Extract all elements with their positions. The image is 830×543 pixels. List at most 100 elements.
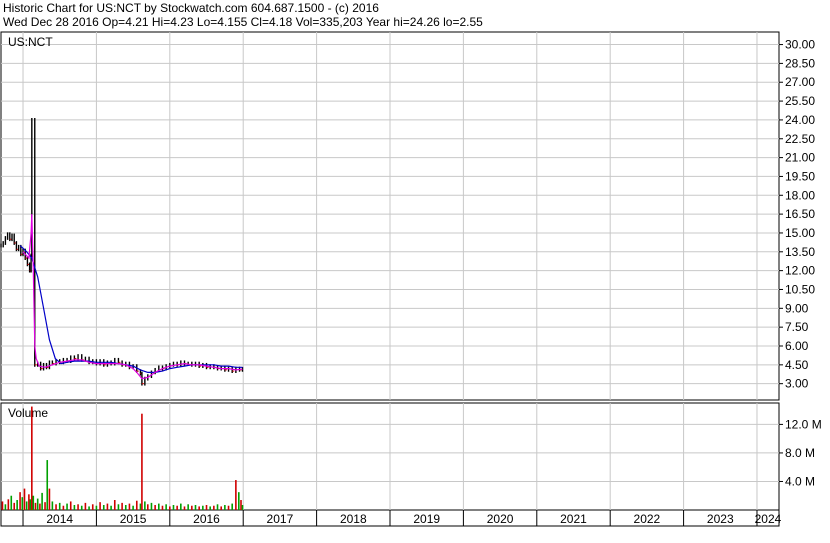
stock-chart: Historic Chart for US:NCT by Stockwatch.… <box>0 0 830 543</box>
volume-bar <box>84 502 87 510</box>
x-tick-label: 2017 <box>267 512 294 526</box>
volume-bar <box>4 504 7 510</box>
price-tick-label: 25.50 <box>785 94 815 108</box>
volume-bar <box>198 506 200 510</box>
price-tick-label: 3.00 <box>785 377 809 391</box>
volume-bar <box>41 492 43 510</box>
x-tick-label: 2023 <box>707 512 734 526</box>
price-tick-label: 15.00 <box>785 226 815 240</box>
volume-bar <box>158 503 160 510</box>
price-tick-label: 13.50 <box>785 245 815 259</box>
volume-bar <box>25 501 28 510</box>
volume-bar <box>58 502 61 510</box>
volume-tick-label: 8.0 M <box>785 446 815 460</box>
volume-bar <box>34 502 37 510</box>
volume-bar <box>29 499 32 510</box>
price-tick-label: 12.00 <box>785 264 815 278</box>
volume-bar <box>141 413 143 510</box>
volume-bar <box>238 492 240 510</box>
price-tick-label: 28.50 <box>785 56 815 70</box>
volume-bar <box>216 504 219 510</box>
volume-bar <box>51 501 54 510</box>
volume-bar <box>46 460 49 510</box>
volume-bar <box>62 505 65 510</box>
price-tick-label: 6.00 <box>785 339 809 353</box>
price-tick-label: 22.50 <box>785 132 815 146</box>
volume-bar <box>128 503 131 510</box>
chart-canvas: 30.00 28.50 27.00 25.50 24.00 22.50 21.00 19.50… <box>0 31 822 527</box>
price-tick-label: 30.00 <box>785 38 815 52</box>
price-tick-label: 24.00 <box>785 113 815 127</box>
price-tick-label: 9.00 <box>785 301 809 315</box>
volume-bar <box>36 498 39 510</box>
x-tick-label: 2020 <box>487 512 514 526</box>
volume-bar <box>231 503 233 510</box>
volume-bar <box>176 505 178 510</box>
volume-bar <box>154 505 156 510</box>
volume-bar <box>139 503 142 510</box>
volume-bar <box>7 499 10 510</box>
x-tick-label: 2018 <box>340 512 367 526</box>
volume-bar <box>191 505 193 510</box>
x-tick-label: 2016 <box>193 512 220 526</box>
volume-bar <box>19 492 21 510</box>
volume-bar <box>10 495 13 510</box>
price-tick-label: 4.50 <box>785 358 809 372</box>
volume-bar <box>80 505 83 510</box>
volume-bar <box>66 503 68 510</box>
price-tick-label: 10.50 <box>785 282 815 296</box>
volume-bar <box>240 500 242 510</box>
price-tick-label: 27.00 <box>785 75 815 89</box>
volume-bar <box>161 505 164 510</box>
volume-bar <box>144 501 146 510</box>
x-tick-label: 2021 <box>560 512 587 526</box>
volume-bar <box>48 488 51 510</box>
volume-bar <box>88 506 90 510</box>
volume-bar <box>32 495 35 510</box>
volume-bar <box>110 505 112 510</box>
volume-bar <box>146 504 149 510</box>
x-tick-label: 2019 <box>413 512 440 526</box>
volume-bar <box>73 505 76 510</box>
volume-bar <box>124 505 127 510</box>
volume-bar <box>55 504 57 510</box>
volume-bar <box>172 505 175 510</box>
volume-bar <box>135 500 138 510</box>
volume-bar <box>150 502 153 510</box>
volume-tick-label: 12.0 M <box>785 417 822 431</box>
volume-bar <box>183 506 186 510</box>
x-tick-label: 2014 <box>46 512 73 526</box>
price-tick-label: 18.00 <box>785 188 815 202</box>
volume-bar <box>39 503 41 510</box>
volume-bar <box>121 502 123 510</box>
volume-bar <box>227 505 230 510</box>
price-tick-label: 7.50 <box>785 320 809 334</box>
price-tick-label: 21.00 <box>785 151 815 165</box>
volume-tick-label: 4.0 M <box>785 474 815 488</box>
volume-bar <box>44 502 46 510</box>
x-tick-label: 2022 <box>634 512 661 526</box>
volume-bar <box>202 505 204 510</box>
volume-bar <box>194 505 197 510</box>
volume-bar <box>23 488 26 510</box>
x-tick-label: 2024 <box>755 512 782 526</box>
volume-bar <box>169 506 171 510</box>
volume-panel-label: Volume <box>8 406 48 420</box>
volume-bar <box>1 501 4 510</box>
volume-bar <box>220 506 222 510</box>
price-tick-label: 19.50 <box>785 169 815 183</box>
volume-bar <box>95 505 98 510</box>
volume-bar <box>31 406 33 510</box>
volume-bar <box>165 504 167 510</box>
volume-bar <box>209 506 211 510</box>
volume-bar <box>205 505 208 510</box>
volume-bar <box>69 501 72 510</box>
volume-bar <box>180 503 182 510</box>
volume-bar <box>102 505 105 510</box>
price-tick-label: 16.50 <box>785 207 815 221</box>
volume-bar <box>21 497 24 510</box>
volume-bar <box>241 505 244 510</box>
volume-bar <box>113 500 116 510</box>
volume-bar <box>99 502 101 510</box>
x-tick-label: 2015 <box>120 512 147 526</box>
